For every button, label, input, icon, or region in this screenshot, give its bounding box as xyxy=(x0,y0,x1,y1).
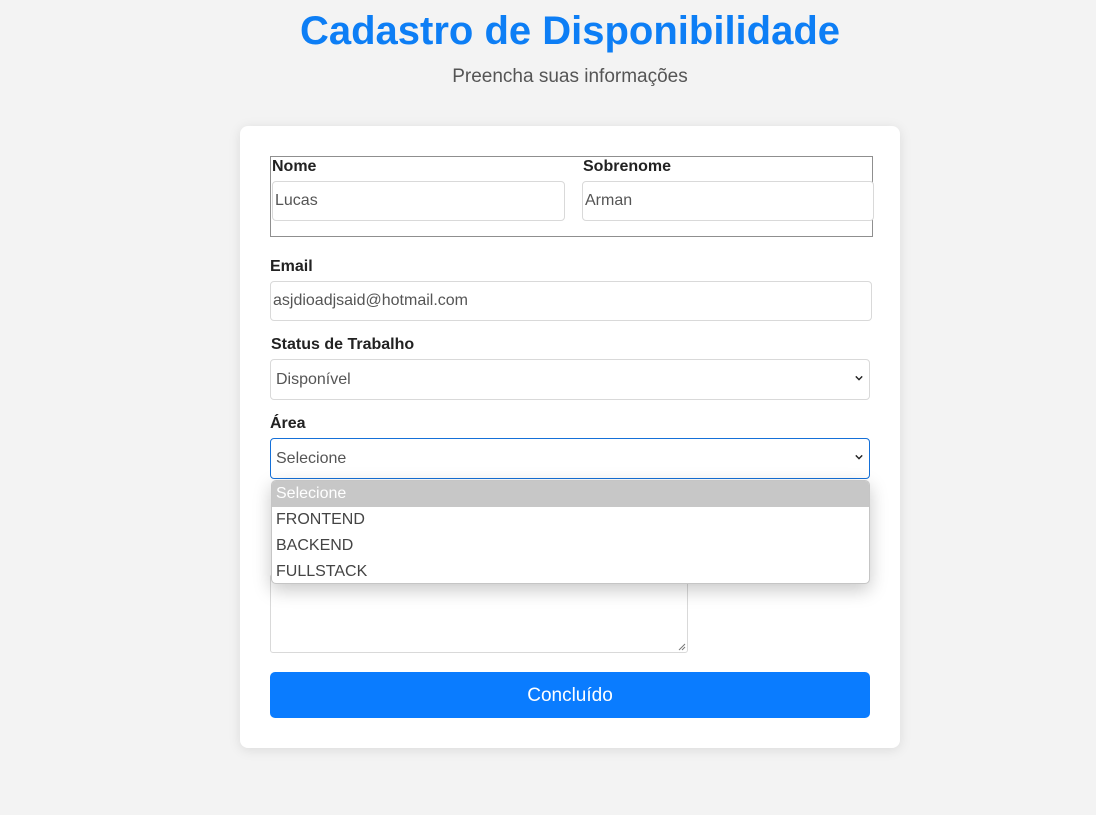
area-option-frontend[interactable]: FRONTEND xyxy=(272,507,869,533)
chevron-down-icon xyxy=(855,375,863,381)
name-label: Nome xyxy=(272,158,317,175)
area-select[interactable]: Selecione xyxy=(270,438,870,479)
area-dropdown-list: Selecione FRONTEND BACKEND FULLSTACK xyxy=(271,480,870,584)
work-status-label: Status de Trabalho xyxy=(271,336,415,353)
name-input[interactable]: Lucas xyxy=(272,181,565,221)
area-option-backend[interactable]: BACKEND xyxy=(272,533,869,559)
form-card: Nome Lucas Sobrenome Arman Email asjdioa… xyxy=(240,126,900,748)
page-subtitle: Preencha suas informações xyxy=(452,66,688,87)
surname-input[interactable]: Arman xyxy=(582,181,874,221)
area-option-selecione[interactable]: Selecione xyxy=(272,481,869,507)
area-label: Área xyxy=(270,415,306,432)
work-status-value: Disponível xyxy=(276,371,351,388)
name-fieldset: Nome Lucas Sobrenome Arman xyxy=(270,156,874,237)
area-option-fullstack[interactable]: FULLSTACK xyxy=(272,559,869,583)
work-status-select[interactable]: Disponível xyxy=(270,359,870,400)
surname-label: Sobrenome xyxy=(583,158,672,175)
submit-button[interactable]: Concluído xyxy=(270,672,870,718)
resize-grip-icon[interactable] xyxy=(677,642,686,651)
email-input[interactable]: asjdioadjsaid@hotmail.com xyxy=(270,281,872,321)
email-label: Email xyxy=(270,258,313,275)
area-value: Selecione xyxy=(276,450,347,467)
notes-textarea[interactable] xyxy=(270,574,688,653)
page-title: Cadastro de Disponibilidade xyxy=(299,9,841,53)
chevron-down-icon xyxy=(855,454,863,460)
